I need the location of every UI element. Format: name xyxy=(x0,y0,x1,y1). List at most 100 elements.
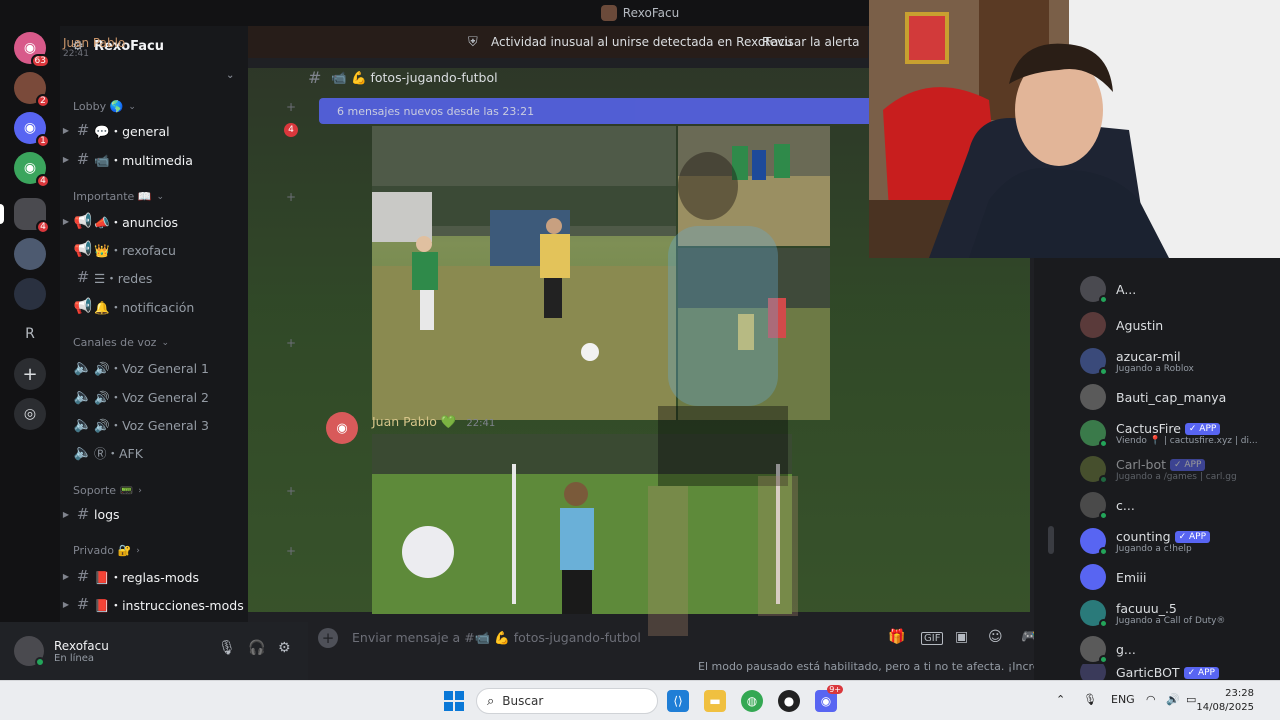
add-channel-icon[interactable]: + xyxy=(286,484,296,498)
microphone-icon[interactable]: 🎙 xyxy=(1083,693,1097,706)
voice-channel-3[interactable]: 🔈 🔊・Voz General 3 xyxy=(60,411,248,437)
rail-item-server[interactable]: 2 xyxy=(14,72,50,108)
member-item[interactable]: Carl-bot ✓ APP Jugando a /games | carl.gg xyxy=(1080,454,1237,484)
member-item[interactable]: counting ✓ APP Jugando a c!help xyxy=(1080,526,1211,556)
chrome-icon: ◍ xyxy=(746,694,758,708)
attach-plus-icon[interactable]: + xyxy=(318,628,338,648)
avatar[interactable] xyxy=(14,636,45,667)
member-item[interactable]: Bauti_cap_manya xyxy=(1080,382,1226,412)
webcam-feed xyxy=(869,0,1280,258)
category-lobby[interactable]: Lobby 🌎 ⌄ xyxy=(73,100,136,113)
caret-icon: ▶ xyxy=(62,571,70,581)
add-channel-icon[interactable]: + xyxy=(286,190,296,204)
avatar xyxy=(1080,276,1108,304)
channel-general[interactable]: ▶ # 💬・general xyxy=(60,117,248,143)
category-label: Privado 🔐 xyxy=(73,544,132,557)
channel-redes[interactable]: # ☰・redes xyxy=(60,264,248,290)
add-channel-icon[interactable]: + xyxy=(286,100,296,114)
new-messages-bar[interactable]: 6 mensajes nuevos desde las 23:21 xyxy=(319,98,879,124)
volume-icon[interactable]: 🔊 xyxy=(1166,693,1180,706)
message-author[interactable]: Juan Pablo 💚 22:41 xyxy=(372,414,495,430)
battery-icon[interactable]: ▭ xyxy=(1186,693,1196,706)
channel-multimedia[interactable]: ▶ # 📹・multimedia xyxy=(60,146,248,172)
avatar xyxy=(1080,348,1108,376)
channel-label: 🔔・notificación xyxy=(94,299,195,315)
avatar[interactable]: ◉ xyxy=(326,412,358,444)
category-voz[interactable]: Canales de voz ⌄ xyxy=(73,336,169,349)
speaker-icon: 🔈 xyxy=(73,415,93,433)
member-item[interactable]: A... xyxy=(1080,274,1136,304)
microphone-icon[interactable]: 🎙 xyxy=(218,640,236,656)
add-channel-icon[interactable]: + xyxy=(286,544,296,558)
emoji-icon[interactable]: ☺ xyxy=(988,629,1003,645)
wifi-icon[interactable]: ◠ xyxy=(1146,693,1156,706)
discord-icon: ◉ xyxy=(23,160,37,176)
rail-item-home[interactable]: ◉ 63 xyxy=(14,32,50,68)
hash-icon: # xyxy=(308,68,322,87)
voice-channel-1[interactable]: 🔈 🔊・Voz General 1 xyxy=(60,354,248,380)
member-item[interactable]: CactusFire ✓ APP Viendo 📍 | cactusfire.xyz… xyxy=(1080,418,1258,448)
message-photo[interactable] xyxy=(372,126,676,420)
slowmode-notice: El modo pausado está habilitado, pero a … xyxy=(698,660,1083,673)
member-name: Agustin xyxy=(1116,317,1164,333)
avatar xyxy=(1080,664,1106,680)
discord-app-button[interactable]: ◉ 9+ xyxy=(815,685,843,712)
chevron-up-icon[interactable]: ⌃ xyxy=(1056,693,1065,706)
chrome-app-button[interactable]: ◍ xyxy=(741,690,763,712)
gear-icon[interactable]: ⚙ xyxy=(278,640,291,656)
vscode-app-button[interactable]: ⟨⟩ xyxy=(667,690,689,712)
channel-reglas-mods[interactable]: ▶ # 📕・reglas-mods xyxy=(60,563,248,589)
channel-rexofacu[interactable]: 📢 👑・rexofacu xyxy=(60,236,248,262)
channel-anuncios[interactable]: ▶ 📢 📣・anuncios xyxy=(60,208,248,234)
taskbar-search[interactable]: ⌕ Buscar xyxy=(476,688,658,714)
channel-notificacion[interactable]: 📢 🔔・notificación xyxy=(60,293,248,319)
headphones-icon[interactable]: 🎧 xyxy=(248,640,265,656)
message-photo[interactable] xyxy=(678,248,830,420)
rail-item-server[interactable] xyxy=(14,238,46,270)
category-soporte[interactable]: Soporte 📟 › xyxy=(73,484,142,497)
rail-item-server[interactable]: ◉ 1 xyxy=(14,112,50,148)
channel-instrucciones-mods[interactable]: ▶ # 📕・instrucciones-mods xyxy=(60,591,248,617)
member-name: Emiii xyxy=(1116,569,1147,585)
message-photo[interactable] xyxy=(678,126,830,246)
member-list-scrollbar[interactable] xyxy=(1048,526,1054,554)
channel-logs[interactable]: ▶ # logs xyxy=(60,501,248,527)
gift-icon[interactable]: 🎁 xyxy=(888,629,905,645)
category-importante[interactable]: Importante 📖 ⌄ xyxy=(73,190,164,203)
category-privado[interactable]: Privado 🔐 › xyxy=(73,544,140,557)
language-indicator[interactable]: ENG xyxy=(1111,693,1135,706)
message-photo[interactable] xyxy=(372,434,792,614)
rail-item-r[interactable]: R xyxy=(14,318,46,350)
channel-label: 🔊・Voz General 3 xyxy=(94,417,210,433)
review-alert-button[interactable]: Revisar la alerta xyxy=(762,35,860,49)
gif-icon[interactable]: GIF xyxy=(921,632,944,645)
rail-item-server[interactable] xyxy=(14,278,46,310)
webcam-overlay xyxy=(869,0,1280,258)
member-name: A... xyxy=(1116,281,1137,297)
member-item[interactable]: c... xyxy=(1080,490,1135,520)
chevron-down-icon[interactable]: ⌄ xyxy=(226,70,234,81)
discover-button[interactable]: ◎ xyxy=(14,398,46,430)
alert-text: Actividad inusual al unirse detectada en… xyxy=(491,35,793,49)
category-label: Importante 📖 xyxy=(73,190,152,203)
system-clock[interactable]: 23:28 14/08/2025 xyxy=(1196,687,1254,715)
member-item[interactable]: Emiii xyxy=(1080,562,1147,592)
sticker-icon[interactable]: ▣ xyxy=(955,629,968,645)
member-item[interactable]: g... xyxy=(1080,634,1136,664)
member-activity: Jugando a Roblox xyxy=(1116,363,1194,374)
add-server-button[interactable]: + xyxy=(14,358,46,390)
add-channel-icon[interactable]: + xyxy=(286,336,296,350)
rail-item-server[interactable]: ◉ 4 xyxy=(14,152,50,188)
member-item[interactable]: Agustin xyxy=(1080,310,1163,340)
voice-channel-afk[interactable]: 🔈 Ⓡ・AFK xyxy=(60,439,248,465)
file-explorer-button[interactable]: ▬ xyxy=(704,690,726,712)
member-item[interactable]: azucar-mil Jugando a Roblox xyxy=(1080,346,1194,376)
member-item[interactable]: facuuu_.5 Jugando a Call of Duty® xyxy=(1080,598,1225,628)
member-item[interactable]: GarticBOT ✓ APP xyxy=(1080,664,1219,680)
obs-app-button[interactable]: ● xyxy=(778,690,800,712)
discord-icon: ◉ xyxy=(336,420,348,436)
rail-item-rexofacu[interactable]: 4 xyxy=(14,198,50,234)
voice-channel-2[interactable]: 🔈 🔊・Voz General 2 xyxy=(60,383,248,409)
app-tag: ✓ APP xyxy=(1170,459,1206,471)
windows-start-button[interactable] xyxy=(443,690,465,712)
